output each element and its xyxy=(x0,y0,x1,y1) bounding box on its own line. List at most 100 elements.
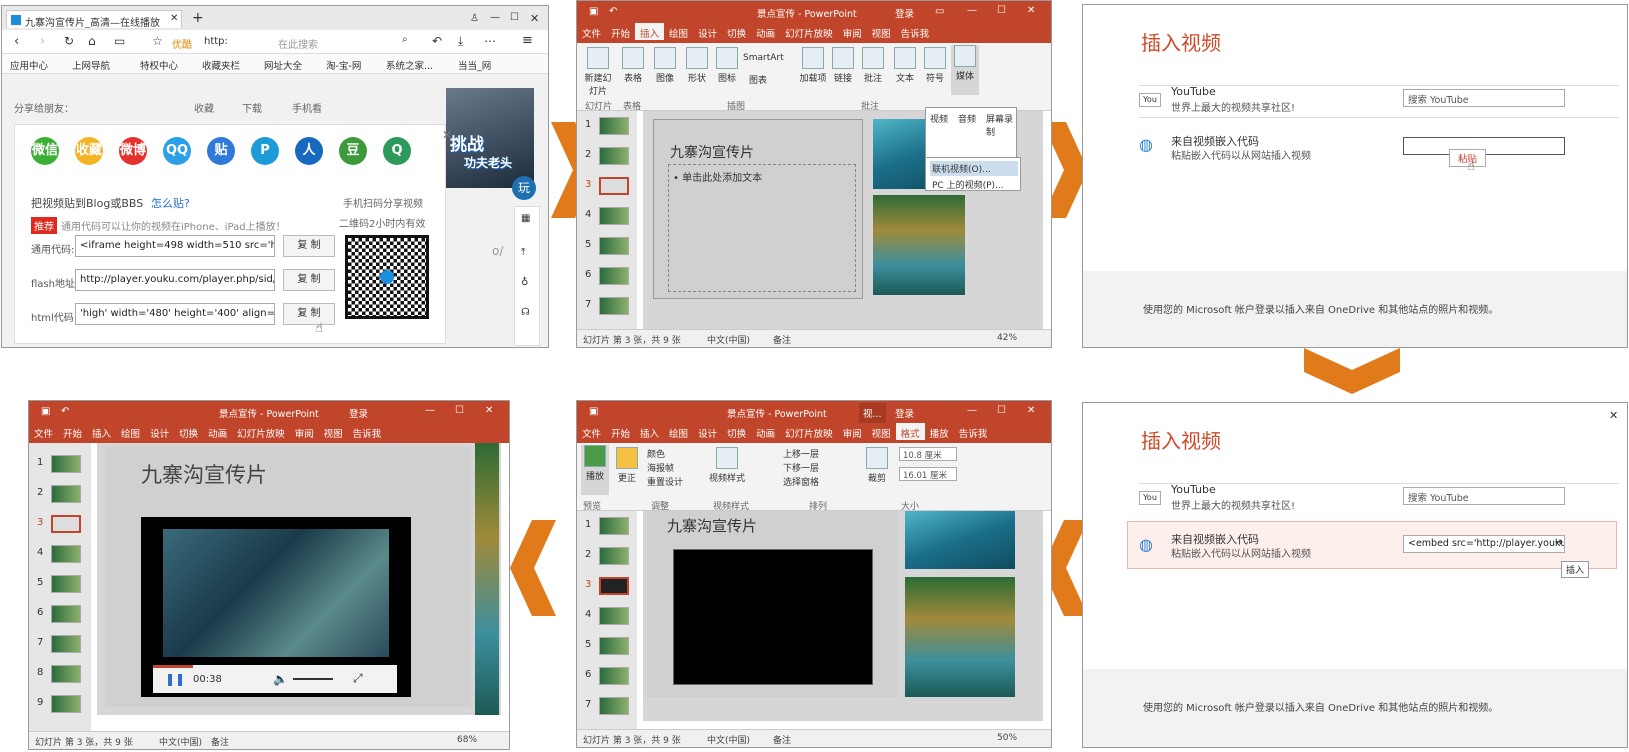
new-tab-icon[interactable]: + xyxy=(192,10,204,26)
link-button[interactable]: 链接 xyxy=(829,47,857,84)
corrections-button[interactable]: 更正 xyxy=(613,447,641,484)
tab-review[interactable]: 审阅 xyxy=(838,23,867,40)
bookmark-item[interactable]: 当当_网 xyxy=(458,58,491,72)
chart-button[interactable]: 图表 xyxy=(749,73,789,86)
qr-icon[interactable]: ▦ xyxy=(521,213,530,224)
tab-view[interactable]: 视图 xyxy=(867,23,896,40)
close-icon[interactable]: ✕ xyxy=(530,12,539,25)
bring-forward-button[interactable]: 上移一层 xyxy=(783,447,819,460)
tab-insert[interactable]: 插入 xyxy=(635,23,665,40)
html-code-field[interactable]: 'high' width='480' height='400' align='m… xyxy=(75,303,275,325)
close-icon[interactable]: ✕ xyxy=(485,405,493,416)
tab-tellme[interactable]: 告诉我 xyxy=(896,23,935,40)
tab-animations[interactable]: 动画 xyxy=(751,23,780,40)
tab-review[interactable]: 审阅 xyxy=(838,423,867,440)
height-input[interactable]: 10.8 厘米 xyxy=(899,447,957,461)
new-slide-button[interactable]: 新建幻灯片 xyxy=(581,47,615,97)
tab-view[interactable]: 视图 xyxy=(319,423,348,440)
bookmark-item[interactable]: 上网导航 xyxy=(72,58,110,72)
headset-icon[interactable]: ☊ xyxy=(521,307,530,318)
notes-button[interactable]: 备注 xyxy=(773,333,791,346)
slide-thumbnail[interactable] xyxy=(599,147,629,165)
slide-thumbnail-selected[interactable] xyxy=(599,577,629,595)
tab-transitions[interactable]: 切换 xyxy=(174,423,203,440)
tab-tellme[interactable]: 告诉我 xyxy=(348,423,387,440)
undo-icon[interactable]: ↶ xyxy=(609,6,617,17)
tab-transitions[interactable]: 切换 xyxy=(722,23,751,40)
star-icon[interactable]: ☆ xyxy=(152,34,163,48)
slide-thumbnail[interactable] xyxy=(51,455,81,473)
minimize-icon[interactable]: — xyxy=(490,12,500,23)
login-link[interactable]: 登录 xyxy=(895,6,914,20)
save-icon[interactable]: ▣ xyxy=(41,406,50,417)
slide-thumbnail[interactable] xyxy=(51,695,81,713)
tieba-icon[interactable]: 贴 xyxy=(207,137,235,165)
width-input[interactable]: 16.01 厘米 xyxy=(899,467,957,481)
insert-arrow-icon[interactable]: ➔ xyxy=(1555,537,1563,548)
tab-insert[interactable]: 插入 xyxy=(635,423,664,440)
weibo-icon[interactable]: 微博 xyxy=(119,137,147,165)
smartart-button[interactable]: SmartArt xyxy=(743,53,795,63)
slide-thumbnail-selected[interactable] xyxy=(51,515,81,533)
slide-thumbnail[interactable] xyxy=(599,267,629,285)
poster-frame-button[interactable]: 海报帧 xyxy=(647,461,674,474)
tab-insert[interactable]: 插入 xyxy=(87,423,116,440)
back-icon[interactable]: ‹ xyxy=(14,34,19,49)
reset-design-button[interactable]: 重置设计 xyxy=(647,475,683,488)
zoom-level[interactable]: 50% xyxy=(997,733,1017,743)
comment-button[interactable]: 批注 xyxy=(859,47,887,84)
bookmark-item[interactable]: 网址大全 xyxy=(264,58,302,72)
fullscreen-icon[interactable]: ⤢ xyxy=(353,671,363,686)
minimize-icon[interactable]: — xyxy=(967,5,977,16)
tab-animations[interactable]: 动画 xyxy=(203,423,232,440)
tab-transitions[interactable]: 切换 xyxy=(722,423,751,440)
slide-thumbnail[interactable] xyxy=(599,297,629,315)
tab-slideshow[interactable]: 幻灯片放映 xyxy=(780,23,838,40)
tab-slideshow[interactable]: 幻灯片放映 xyxy=(232,423,290,440)
slide[interactable]: 九寨沟宣传片 xyxy=(647,511,897,697)
content-placeholder[interactable]: • 单击此处添加文本 xyxy=(668,164,856,292)
play-button[interactable]: 播放 xyxy=(581,445,609,495)
more-icon[interactable]: ⋯ xyxy=(484,34,496,48)
maximize-icon[interactable]: ☐ xyxy=(510,12,519,23)
undo-icon[interactable]: ↶ xyxy=(61,406,69,417)
top-icon[interactable]: ⤒ xyxy=(521,247,525,258)
tab-format[interactable]: 格式 xyxy=(895,423,925,440)
tab-design[interactable]: 设计 xyxy=(693,23,722,40)
tab-view[interactable]: 视图 xyxy=(867,423,896,440)
search-icon[interactable]: ⌕ xyxy=(402,34,408,45)
user-icon[interactable]: ♙ xyxy=(470,13,479,24)
tab-design[interactable]: 设计 xyxy=(693,423,722,440)
tab-home[interactable]: 开始 xyxy=(58,423,87,440)
video-tools-tab[interactable]: 视... xyxy=(859,403,886,423)
table-button[interactable]: 表格 xyxy=(619,47,647,84)
slide-thumbnail[interactable] xyxy=(51,545,81,563)
game-badge[interactable]: 玩 xyxy=(512,176,536,200)
tab-design[interactable]: 设计 xyxy=(145,423,174,440)
slide-thumbnail[interactable] xyxy=(51,665,81,683)
minimize-icon[interactable]: — xyxy=(425,405,435,416)
slide-thumbnail[interactable] xyxy=(599,697,629,715)
addins-button[interactable]: 加载项 xyxy=(799,47,827,84)
tab-home[interactable]: 开始 xyxy=(606,23,635,40)
undo-icon[interactable]: ↶ xyxy=(432,34,442,48)
forward-icon[interactable]: › xyxy=(40,34,45,49)
tab-review[interactable]: 审阅 xyxy=(290,423,319,440)
tab-tellme[interactable]: 告诉我 xyxy=(954,423,993,440)
tab-slideshow[interactable]: 幻灯片放映 xyxy=(780,423,838,440)
slide-thumbnail[interactable] xyxy=(599,667,629,685)
qzone-icon[interactable]: P xyxy=(251,137,279,165)
toolbar-fav[interactable]: 收藏 xyxy=(194,100,214,115)
slide[interactable]: 九寨沟宣传片 • 单击此处添加文本 xyxy=(653,119,863,299)
download-icon[interactable]: ⤓ xyxy=(458,34,463,49)
universal-code-field[interactable]: <iframe height=498 width=510 src='http: xyxy=(75,235,275,257)
login-link[interactable]: 登录 xyxy=(895,406,914,420)
video-styles-button[interactable]: 视频样式 xyxy=(707,447,747,484)
slide-thumbnail[interactable] xyxy=(599,207,629,225)
crop-button[interactable]: 裁剪 xyxy=(863,447,891,484)
bookmark-item[interactable]: 收藏夹栏 xyxy=(202,58,240,72)
tab-file[interactable]: 文件 xyxy=(577,23,606,40)
youtube-search-input[interactable]: 搜索 YouTube xyxy=(1403,89,1565,107)
dialog-close-icon[interactable]: ✕ xyxy=(1609,409,1618,422)
favorite-icon[interactable]: 收藏 xyxy=(75,137,103,165)
